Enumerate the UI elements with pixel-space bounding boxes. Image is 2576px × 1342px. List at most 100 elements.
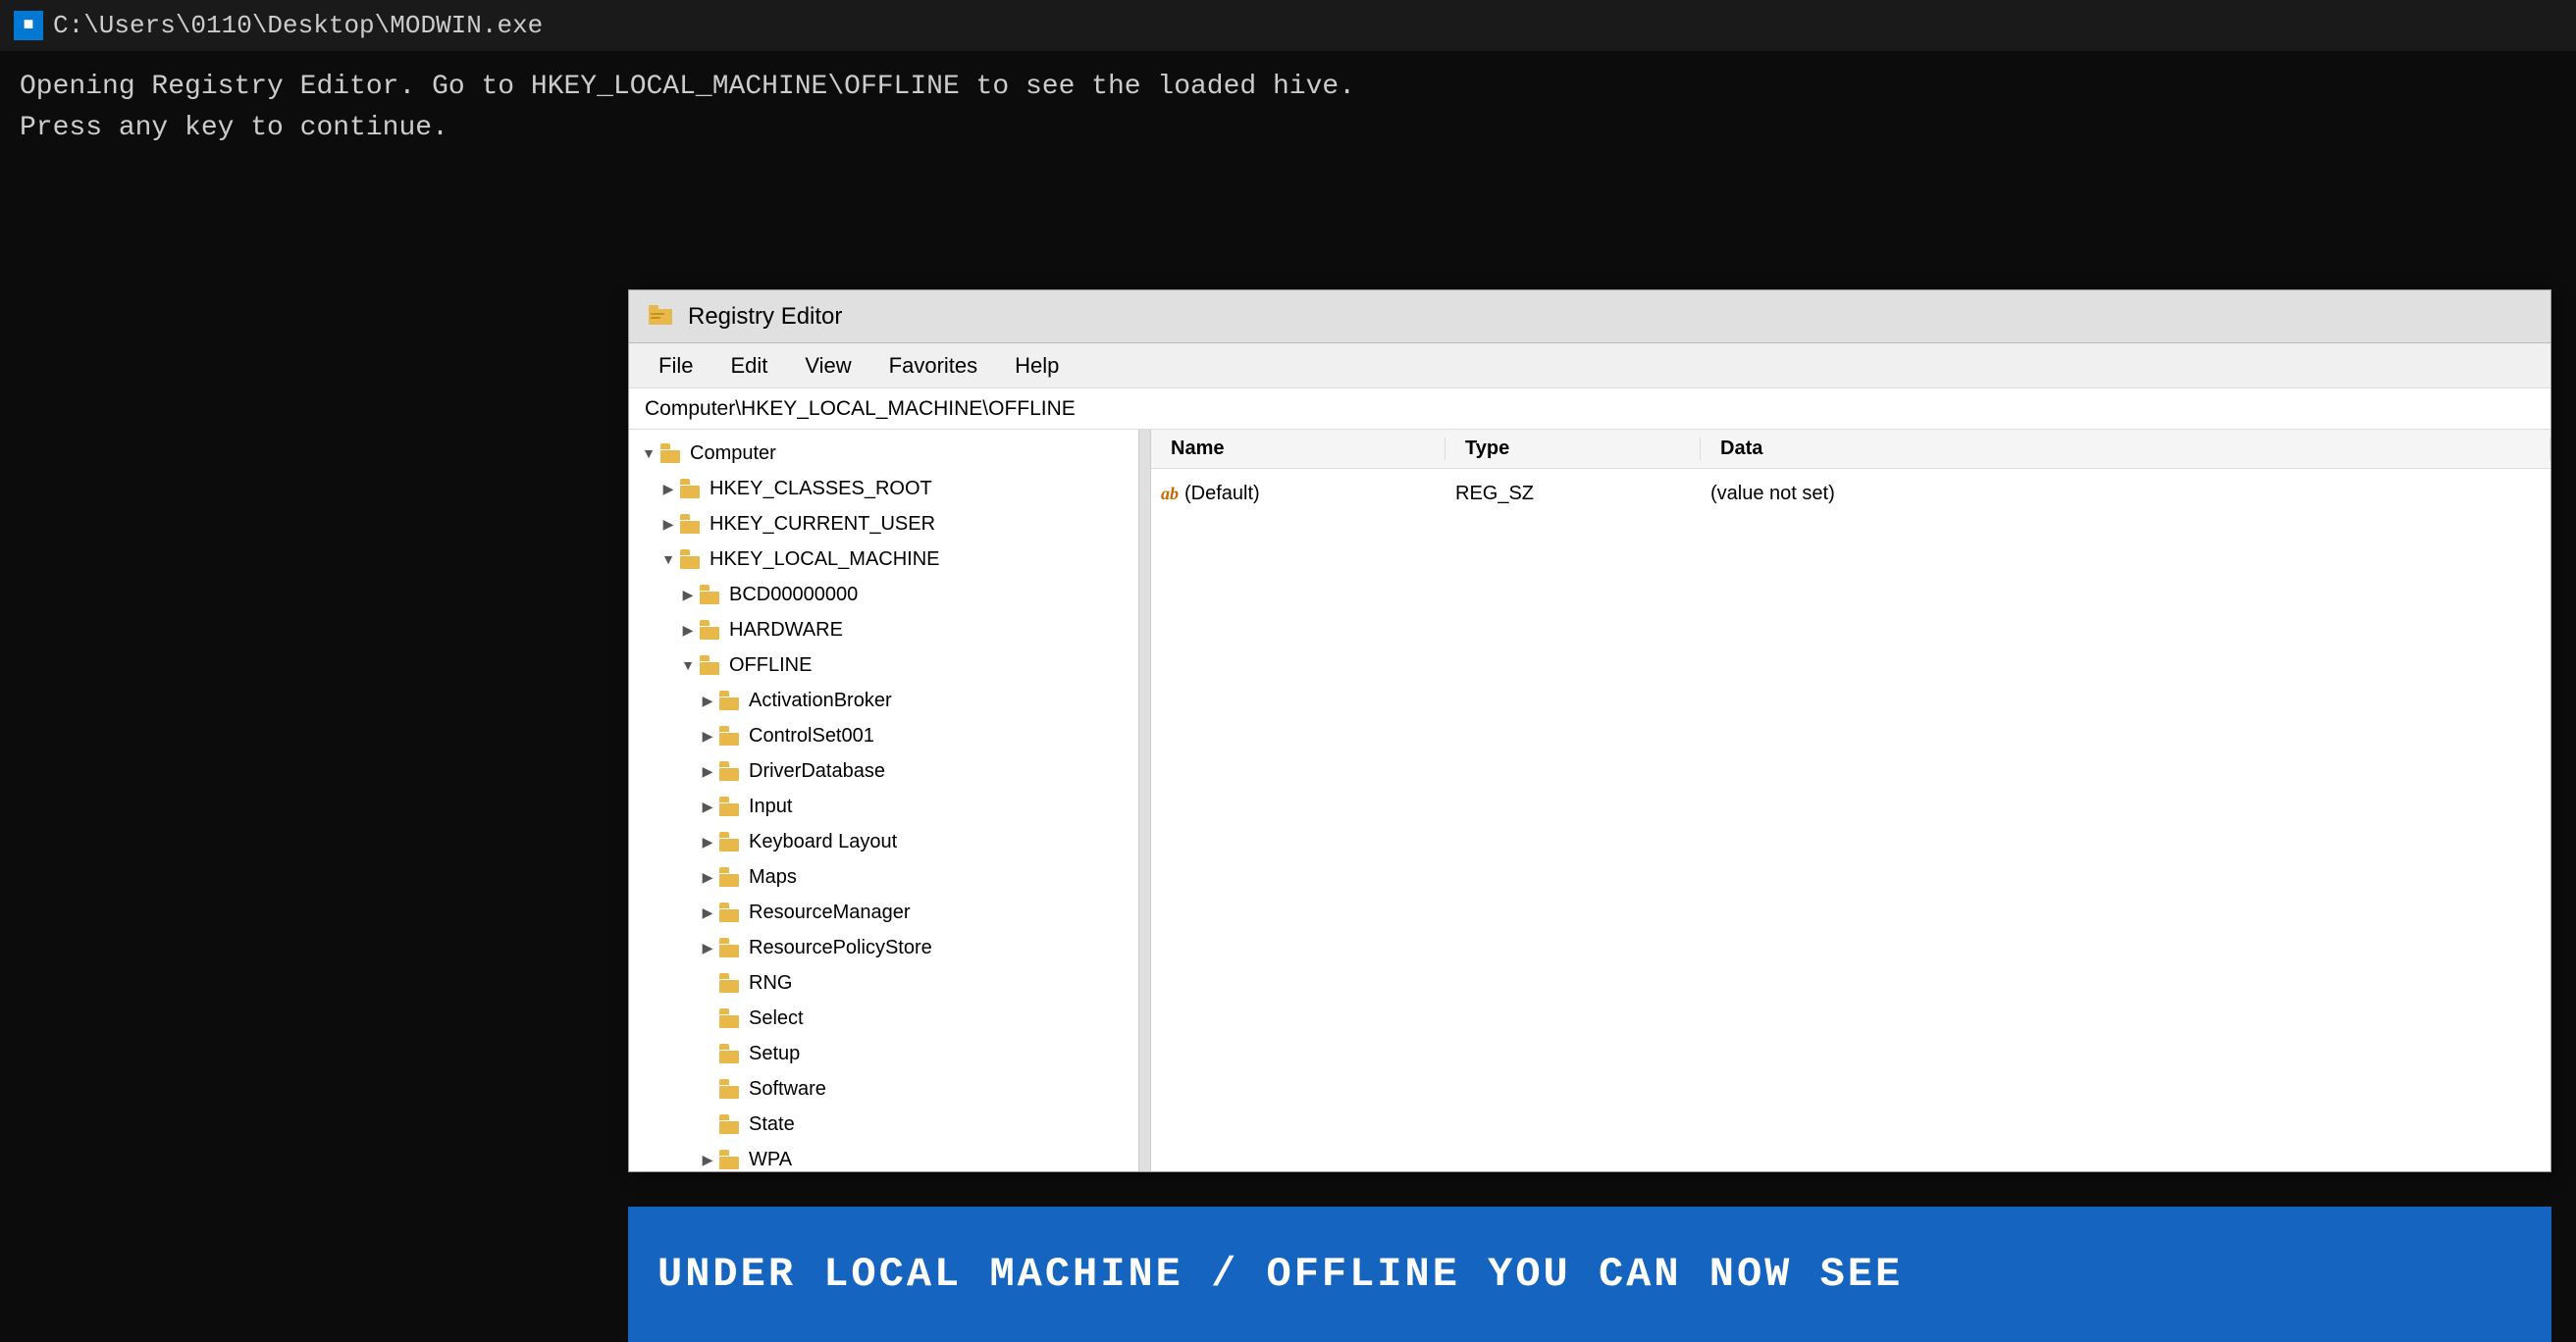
menu-favorites[interactable]: Favorites xyxy=(873,347,993,385)
tree-item-state[interactable]: State xyxy=(629,1107,1138,1142)
tree-folder-icon-activationbroker xyxy=(717,691,743,710)
tree-arrow-hkcu: ▶ xyxy=(658,516,678,533)
tree-label-keyboardlayout: Keyboard Layout xyxy=(749,831,897,853)
tree-label-computer: Computer xyxy=(690,442,776,465)
tree-arrow-software xyxy=(698,1081,717,1097)
tree-label-controlset001: ControlSet001 xyxy=(749,725,874,748)
registry-tree[interactable]: ▼ Computer ▶ HKEY_CLASSES_ROOT ▶ xyxy=(629,430,1139,1171)
ab-icon: ab xyxy=(1161,484,1179,504)
tree-label-resourcepolicystore: ResourcePolicyStore xyxy=(749,937,932,959)
tree-item-maps[interactable]: ▶ Maps xyxy=(629,859,1138,895)
tree-item-software[interactable]: Software xyxy=(629,1071,1138,1107)
tree-arrow-activationbroker: ▶ xyxy=(698,693,717,709)
tree-folder-icon-hkcu xyxy=(678,514,704,534)
tree-arrow-bcd: ▶ xyxy=(678,587,698,603)
tree-label-hardware: HARDWARE xyxy=(729,619,843,642)
tree-folder-icon-input xyxy=(717,797,743,816)
detail-name-label: (Default) xyxy=(1184,483,1260,505)
tree-item-computer[interactable]: ▼ Computer xyxy=(629,436,1138,471)
menu-help[interactable]: Help xyxy=(999,347,1075,385)
tree-item-driverdatabase[interactable]: ▶ DriverDatabase xyxy=(629,753,1138,789)
tree-folder-icon-computer xyxy=(658,443,684,463)
tree-item-hkcu[interactable]: ▶ HKEY_CURRENT_USER xyxy=(629,506,1138,542)
tree-item-controlset001[interactable]: ▶ ControlSet001 xyxy=(629,718,1138,753)
terminal-content: Opening Registry Editor. Go to HKEY_LOCA… xyxy=(0,51,1375,165)
tree-item-hklm[interactable]: ▼ HKEY_LOCAL_MACHINE xyxy=(629,542,1138,577)
tree-arrow-hkcr: ▶ xyxy=(658,481,678,497)
tree-item-keyboardlayout[interactable]: ▶ Keyboard Layout xyxy=(629,824,1138,859)
detail-row-default[interactable]: ab (Default) REG_SZ (value not set) xyxy=(1151,475,2550,512)
registry-title-bar: Registry Editor xyxy=(629,290,2550,343)
tree-folder-icon-maps xyxy=(717,867,743,887)
tree-folder-icon-select xyxy=(717,1008,743,1028)
detail-header: Name Type Data xyxy=(1151,430,2550,469)
tree-scrollbar[interactable] xyxy=(1139,430,1151,1171)
tree-item-input[interactable]: ▶ Input xyxy=(629,789,1138,824)
terminal-icon: ■ xyxy=(14,11,43,40)
tree-item-setup[interactable]: Setup xyxy=(629,1036,1138,1071)
tree-label-maps: Maps xyxy=(749,866,797,889)
tree-arrow-hklm: ▼ xyxy=(658,551,678,567)
banner-text: UNDER LOCAL MACHINE / OFFLINE YOU CAN NO… xyxy=(657,1251,1903,1298)
tree-label-activationbroker: ActivationBroker xyxy=(749,690,892,712)
tree-folder-icon-keyboardlayout xyxy=(717,832,743,852)
tree-folder-icon-software xyxy=(717,1079,743,1099)
tree-item-select[interactable]: Select xyxy=(629,1001,1138,1036)
detail-name-default: ab (Default) xyxy=(1151,483,1446,505)
tree-arrow-controlset001: ▶ xyxy=(698,728,717,745)
tree-label-wpa: WPA xyxy=(749,1149,792,1171)
tree-folder-icon-bcd xyxy=(698,585,723,604)
tree-arrow-maps: ▶ xyxy=(698,869,717,886)
tree-folder-icon-offline xyxy=(698,655,723,675)
terminal-title: C:\Users\0110\Desktop\MODWIN.exe xyxy=(53,11,543,40)
detail-col-data: Data xyxy=(1701,438,2550,460)
tree-folder-icon-wpa xyxy=(717,1150,743,1169)
detail-type-default: REG_SZ xyxy=(1446,483,1701,505)
tree-arrow-keyboardlayout: ▶ xyxy=(698,834,717,851)
detail-col-type: Type xyxy=(1446,438,1701,460)
detail-col-name: Name xyxy=(1151,438,1446,460)
tree-item-hardware[interactable]: ▶ HARDWARE xyxy=(629,612,1138,647)
tree-arrow-rng xyxy=(698,975,717,991)
registry-icon xyxy=(645,301,676,333)
tree-folder-icon-rng xyxy=(717,973,743,993)
terminal-title-bar: ■ C:\Users\0110\Desktop\MODWIN.exe xyxy=(0,0,2576,51)
tree-label-resourcemanager: ResourceManager xyxy=(749,902,911,924)
tree-label-hkcu: HKEY_CURRENT_USER xyxy=(710,513,935,536)
tree-item-activationbroker[interactable]: ▶ ActivationBroker xyxy=(629,683,1138,718)
tree-item-bcd[interactable]: ▶ BCD00000000 xyxy=(629,577,1138,612)
menu-edit[interactable]: Edit xyxy=(714,347,783,385)
terminal-line2: Press any key to continue. xyxy=(20,108,1355,149)
menu-view[interactable]: View xyxy=(789,347,867,385)
tree-label-rng: RNG xyxy=(749,972,792,995)
detail-rows: ab (Default) REG_SZ (value not set) xyxy=(1151,469,2550,518)
tree-item-offline[interactable]: ▼ OFFLINE xyxy=(629,647,1138,683)
tree-item-rng[interactable]: RNG xyxy=(629,965,1138,1001)
tree-item-resourcepolicystore[interactable]: ▶ ResourcePolicyStore xyxy=(629,930,1138,965)
tree-arrow-resourcepolicystore: ▶ xyxy=(698,940,717,956)
tree-arrow-wpa: ▶ xyxy=(698,1152,717,1168)
tree-arrow-offline: ▼ xyxy=(678,657,698,673)
registry-editor-window: Registry Editor File Edit View Favorites… xyxy=(628,289,2551,1172)
tree-label-hkcr: HKEY_CLASSES_ROOT xyxy=(710,478,932,500)
terminal-line1: Opening Registry Editor. Go to HKEY_LOCA… xyxy=(20,67,1355,108)
registry-address-bar[interactable]: Computer\HKEY_LOCAL_MACHINE\OFFLINE xyxy=(629,388,2550,430)
registry-title: Registry Editor xyxy=(688,303,842,331)
tree-folder-icon-resourcemanager xyxy=(717,903,743,922)
tree-item-hkcr[interactable]: ▶ HKEY_CLASSES_ROOT xyxy=(629,471,1138,506)
tree-label-software: Software xyxy=(749,1078,826,1101)
tree-label-offline: OFFLINE xyxy=(729,654,812,677)
tree-folder-icon-resourcepolicystore xyxy=(717,938,743,957)
tree-folder-icon-driverdatabase xyxy=(717,761,743,781)
menu-file[interactable]: File xyxy=(643,347,709,385)
tree-item-resourcemanager[interactable]: ▶ ResourceManager xyxy=(629,895,1138,930)
blue-banner: UNDER LOCAL MACHINE / OFFLINE YOU CAN NO… xyxy=(628,1207,2551,1342)
tree-arrow-driverdatabase: ▶ xyxy=(698,763,717,780)
tree-arrow-computer: ▼ xyxy=(639,445,658,461)
tree-folder-icon-setup xyxy=(717,1044,743,1063)
registry-body: ▼ Computer ▶ HKEY_CLASSES_ROOT ▶ xyxy=(629,430,2550,1171)
tree-item-wpa[interactable]: ▶ WPA xyxy=(629,1142,1138,1171)
tree-folder-icon-hklm xyxy=(678,549,704,569)
tree-folder-icon-controlset001 xyxy=(717,726,743,746)
tree-label-state: State xyxy=(749,1113,795,1136)
